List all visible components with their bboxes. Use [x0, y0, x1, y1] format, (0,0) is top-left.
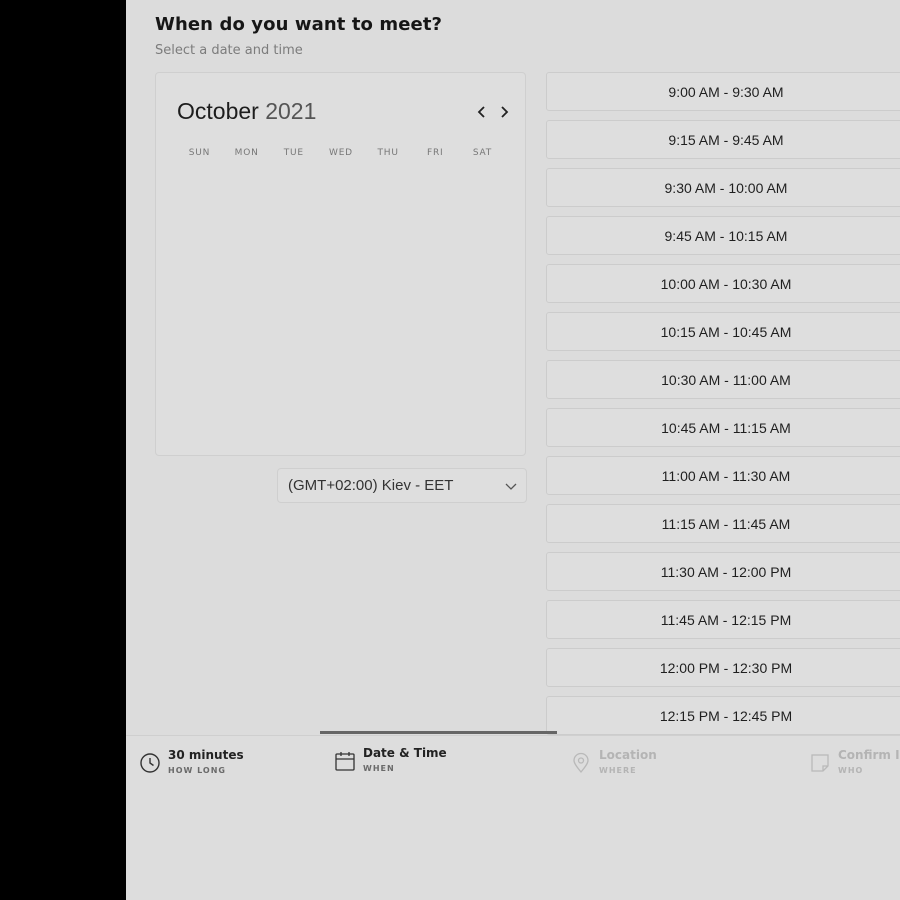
step-label: Confirm Info	[838, 748, 900, 762]
step-label: 30 minutes	[168, 748, 244, 762]
previous-month-button[interactable]	[472, 101, 492, 123]
time-slot-button[interactable]: 10:15 AM - 10:45 AM	[546, 312, 900, 351]
step-sublabel: WHO	[838, 766, 864, 775]
step-sublabel: WHEN	[363, 764, 395, 773]
step-sublabel: WHERE	[599, 766, 637, 775]
clock-icon	[140, 753, 160, 773]
page-title: When do you want to meet?	[155, 14, 443, 35]
step-sublabel: HOW LONG	[168, 766, 226, 775]
calendar-month-year: October 2021	[177, 98, 316, 125]
weekday-header: SUN MON TUE WED THU FRI SAT	[176, 148, 506, 158]
chevron-left-icon	[477, 106, 485, 118]
time-slot-button[interactable]: 9:00 AM - 9:30 AM	[546, 72, 900, 111]
time-slot-label: 11:15 AM - 11:45 AM	[661, 515, 791, 532]
time-slot-button[interactable]: 10:30 AM - 11:00 AM	[546, 360, 900, 399]
weekday-label: SUN	[188, 148, 211, 158]
time-slot-button[interactable]: 9:30 AM - 10:00 AM	[546, 168, 900, 207]
calendar-month: October	[177, 98, 259, 124]
calendar: October 2021 SUN MON TUE WED THU FRI SAT	[155, 72, 526, 456]
time-slot-button[interactable]: 10:45 AM - 11:15 AM	[546, 408, 900, 447]
time-slot-label: 11:45 AM - 12:15 PM	[660, 611, 792, 628]
time-slot-label: 10:30 AM - 11:00 AM	[661, 371, 791, 388]
time-slot-label: 11:30 AM - 12:00 PM	[660, 563, 792, 580]
time-slot-button[interactable]: 11:00 AM - 11:30 AM	[546, 456, 900, 495]
time-slot-button[interactable]: 10:00 AM - 10:30 AM	[546, 264, 900, 303]
step-label: Date & Time	[363, 746, 447, 760]
active-step-indicator	[320, 731, 557, 734]
time-slot-button[interactable]: 11:45 AM - 12:15 PM	[546, 600, 900, 639]
time-slot-button[interactable]: 12:00 PM - 12:30 PM	[546, 648, 900, 687]
location-pin-icon	[573, 752, 589, 774]
weekday-label: SAT	[472, 148, 493, 158]
time-slot-label: 12:00 PM - 12:30 PM	[659, 659, 793, 676]
chevron-right-icon	[501, 106, 509, 118]
timezone-select[interactable]: (GMT+02:00) Kiev - EET	[277, 468, 527, 503]
time-slot-label: 10:15 AM - 10:45 AM	[660, 323, 792, 340]
time-slot-label: 10:00 AM - 10:30 AM	[660, 275, 792, 292]
weekday-label: MON	[234, 148, 259, 158]
time-slot-label: 9:15 AM - 9:45 AM	[668, 131, 784, 148]
time-slot-button[interactable]: 12:15 PM - 12:45 PM	[546, 696, 900, 735]
booking-panel: When do you want to meet? Select a date …	[126, 0, 900, 900]
weekday-label: FRI	[427, 148, 444, 158]
weekday-label: TUE	[283, 148, 304, 158]
time-slot-label: 9:30 AM - 10:00 AM	[664, 179, 788, 196]
time-slot-label: 9:45 AM - 10:15 AM	[664, 227, 788, 244]
calendar-year: 2021	[265, 98, 317, 124]
page-subtitle: Select a date and time	[155, 43, 303, 58]
calendar-icon	[335, 752, 355, 771]
next-month-button[interactable]	[494, 101, 514, 123]
note-icon	[811, 754, 829, 772]
time-slot-button[interactable]: 9:45 AM - 10:15 AM	[546, 216, 900, 255]
time-slot-label: 12:15 PM - 12:45 PM	[659, 707, 793, 724]
time-slot-button[interactable]: 9:15 AM - 9:45 AM	[546, 120, 900, 159]
time-slot-label: 11:00 AM - 11:30 AM	[661, 467, 791, 484]
chevron-down-icon	[505, 483, 517, 490]
time-slot-label: 10:45 AM - 11:15 AM	[661, 419, 791, 436]
time-slot-list: 9:00 AM - 9:30 AM 9:15 AM - 9:45 AM 9:30…	[546, 72, 900, 744]
weekday-label: WED	[329, 148, 353, 158]
time-slot-button[interactable]: 11:15 AM - 11:45 AM	[546, 504, 900, 543]
step-label: Location	[599, 748, 657, 762]
weekday-label: THU	[377, 148, 399, 158]
time-slot-label: 9:00 AM - 9:30 AM	[668, 83, 784, 100]
timezone-value: (GMT+02:00) Kiev - EET	[288, 477, 454, 494]
time-slot-button[interactable]: 11:30 AM - 12:00 PM	[546, 552, 900, 591]
